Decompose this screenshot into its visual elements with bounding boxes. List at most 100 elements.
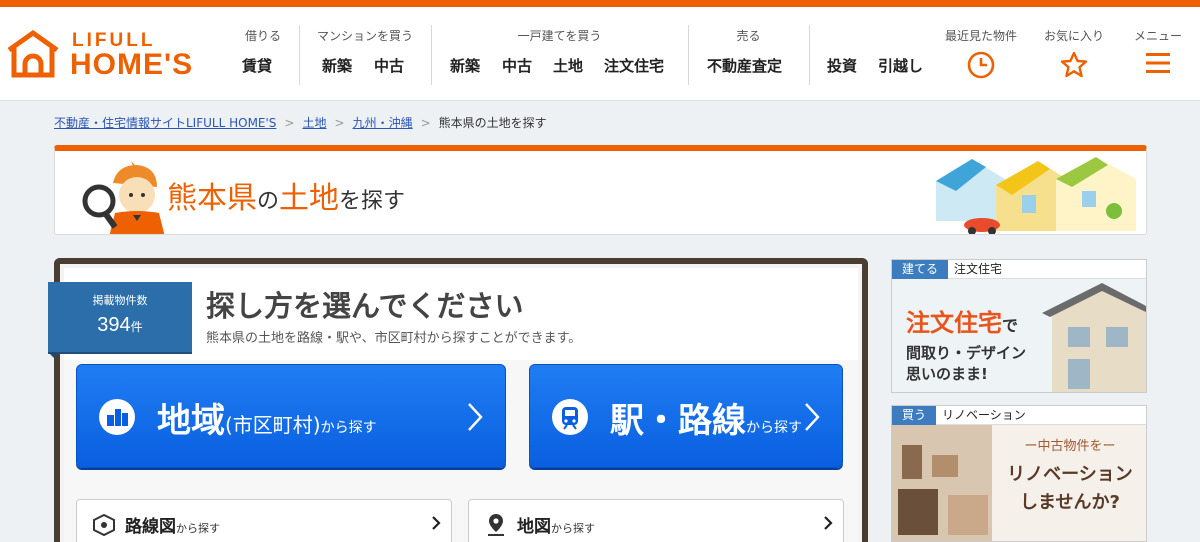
map-main-text: 地図 bbox=[517, 517, 551, 537]
search-by-station-label: 駅・路線から探す bbox=[610, 393, 802, 442]
nav-heading-sell: 売る bbox=[736, 29, 761, 43]
nav-land-link[interactable]: 土地 bbox=[553, 55, 583, 76]
ad-renovation-header: 買う リノベーション bbox=[892, 406, 1146, 425]
recently-viewed-button[interactable]: 最近見た物件 bbox=[936, 25, 1026, 87]
page-title: 熊本県の土地を探す bbox=[167, 173, 405, 217]
nav-group-sell: 売る 不動産査定 bbox=[688, 25, 808, 85]
listing-count-label: 掲載物件数 bbox=[92, 294, 148, 307]
nav-group-other: 投資 引越し bbox=[809, 25, 934, 85]
site-header: LIFULL HOME'S 借りる 賃貸 マンションを買う 新築 中古 一戸建て… bbox=[0, 7, 1200, 101]
chevron-right-icon bbox=[805, 403, 820, 431]
favorites-button[interactable]: お気に入り bbox=[1029, 25, 1119, 87]
clock-icon bbox=[967, 51, 995, 79]
ad-custom-home-headline1: 注文住宅 bbox=[906, 309, 1002, 337]
ad-custom-home-headline3: 思いのまま! bbox=[906, 365, 988, 383]
nav-heading-house: 一戸建てを買う bbox=[517, 29, 602, 43]
search-method-subtitle: 熊本県の土地を路線・駅や、市区町村から探すことができます。 bbox=[206, 331, 582, 346]
area-paren-text: (市区町村) bbox=[225, 413, 321, 437]
site-logo[interactable]: LIFULL HOME'S bbox=[6, 28, 211, 84]
chevron-right-icon bbox=[468, 403, 483, 431]
map-tail-text: から探す bbox=[551, 522, 595, 535]
nav-moving-link[interactable]: 引越し bbox=[878, 55, 923, 76]
area-tail-text: から探す bbox=[320, 420, 377, 436]
chevron-right-icon bbox=[432, 516, 441, 530]
station-icon-circle bbox=[552, 399, 588, 435]
search-by-station-button[interactable]: 駅・路線から探す bbox=[529, 364, 843, 468]
recently-viewed-label: 最近見た物件 bbox=[944, 29, 1017, 43]
title-prefecture: 熊本県 bbox=[167, 181, 257, 216]
ad-renovation-label: リノベーション bbox=[942, 408, 1026, 422]
breadcrumb-current: 熊本県の土地を探す bbox=[438, 116, 547, 130]
route-map-label: 路線図から探す bbox=[125, 512, 220, 537]
chevron-right-icon: > bbox=[334, 116, 345, 130]
breadcrumb-land-link[interactable]: 土地 bbox=[302, 116, 326, 130]
title-particle: の bbox=[257, 189, 280, 214]
city-buildings-icon bbox=[107, 409, 128, 426]
page-title-banner: 熊本県の土地を探す bbox=[54, 145, 1147, 235]
nav-invest-link[interactable]: 投資 bbox=[827, 55, 857, 76]
ad-custom-home-header: 建てる 注文住宅 bbox=[892, 260, 1146, 279]
menu-button[interactable]: メニュー bbox=[1113, 25, 1200, 87]
menu-icon bbox=[1146, 53, 1170, 73]
ad-renovation-line1: ー中古物件をー bbox=[1024, 439, 1116, 454]
favorites-label: お気に入り bbox=[1043, 29, 1104, 43]
chevron-right-icon bbox=[824, 516, 833, 530]
area-icon-circle bbox=[99, 399, 135, 435]
ad-custom-home-copy: 注文住宅で 間取り・デザイン 思いのまま! bbox=[906, 303, 1026, 384]
ad-custom-home-headline1-tail: で bbox=[1002, 316, 1019, 335]
ad-custom-home[interactable]: 建てる 注文住宅 注文住宅で 間取り・デザイン 思いのまま! bbox=[891, 259, 1147, 393]
breadcrumb: 不動産・住宅情報サイトLIFULL HOME'S > 土地 > 九州・沖縄 > 熊本県の土地… bbox=[54, 114, 547, 131]
ad-renovation-tag: 買う bbox=[892, 406, 937, 425]
ad-custom-home-image: 注文住宅で 間取り・デザイン 思いのまま! bbox=[892, 279, 1146, 392]
search-method-title: 探し方を選んでください bbox=[206, 289, 524, 323]
ad-renovation-line2: リノベーション bbox=[1007, 464, 1133, 485]
title-kind: 土地 bbox=[279, 181, 340, 216]
route-map-icon bbox=[93, 513, 115, 537]
ad-renovation-line3: しませんか? bbox=[1020, 492, 1120, 513]
listing-count-value: 394 bbox=[97, 314, 131, 336]
nav-mansion-new-link[interactable]: 新築 bbox=[322, 55, 352, 76]
ad-custom-home-label: 注文住宅 bbox=[954, 262, 1003, 276]
nav-custom-home-link[interactable]: 注文住宅 bbox=[604, 55, 664, 76]
nav-heading-mansion: マンションを買う bbox=[316, 29, 413, 43]
map-search-button[interactable]: 地図から探す bbox=[468, 499, 844, 542]
nav-mansion-used-link[interactable]: 中古 bbox=[374, 55, 404, 76]
nav-house-new-link[interactable]: 新築 bbox=[450, 55, 480, 76]
brand-top-bar bbox=[0, 0, 1200, 7]
nav-heading-rent: 借りる bbox=[244, 29, 281, 43]
logo-text-homes: HOME'S bbox=[70, 48, 194, 81]
search-by-area-label: 地域(市区町村)から探す bbox=[157, 393, 377, 442]
ad-custom-home-headline: 注文住宅で bbox=[906, 303, 1026, 338]
menu-label: メニュー bbox=[1133, 29, 1182, 43]
train-icon bbox=[562, 407, 578, 430]
title-suffix: を探す bbox=[339, 189, 406, 214]
ad-custom-home-tag: 建てる bbox=[892, 260, 949, 279]
nav-appraisal-link[interactable]: 不動産査定 bbox=[707, 55, 782, 76]
breadcrumb-home-link[interactable]: 不動産・住宅情報サイトLIFULL HOME'S bbox=[54, 116, 276, 130]
search-by-area-button[interactable]: 地域(市区町村)から探す bbox=[76, 364, 506, 468]
listing-count-unit: 件 bbox=[130, 320, 143, 334]
route-map-main-text: 路線図 bbox=[125, 517, 176, 537]
chevron-right-icon: > bbox=[420, 116, 431, 130]
ad-renovation-image: ー中古物件をー リノベーション しませんか? bbox=[892, 425, 1146, 541]
breadcrumb-region-link[interactable]: 九州・沖縄 bbox=[353, 116, 413, 130]
station-tail-text: から探す bbox=[746, 420, 802, 436]
nav-rent-link[interactable]: 賃貸 bbox=[242, 55, 272, 76]
map-search-label: 地図から探す bbox=[517, 512, 595, 537]
listing-count-badge: 掲載物件数 394件 bbox=[48, 282, 192, 360]
route-map-button[interactable]: 路線図から探す bbox=[76, 499, 452, 542]
star-icon bbox=[1060, 51, 1088, 78]
houses-illustration bbox=[936, 157, 1136, 234]
nav-group-rent: 借りる 賃貸 bbox=[228, 25, 298, 85]
ad-renovation[interactable]: 買う リノベーション ー中古物件をー リノベーション しませんか? bbox=[891, 405, 1147, 542]
ad-custom-home-headline2: 間取り・デザイン bbox=[906, 344, 1027, 362]
nav-house-used-link[interactable]: 中古 bbox=[502, 55, 532, 76]
nav-group-mansion: マンションを買う 新築 中古 bbox=[299, 25, 430, 85]
chevron-right-icon: > bbox=[284, 116, 295, 130]
station-main-text: 駅・路線 bbox=[610, 401, 746, 441]
map-pin-icon bbox=[488, 514, 504, 536]
nav-group-house: 一戸建てを買う 新築 中古 土地 注文住宅 bbox=[431, 25, 687, 85]
house-logo-icon bbox=[7, 30, 59, 78]
area-main-text: 地域 bbox=[157, 401, 225, 441]
route-map-tail-text: から探す bbox=[176, 522, 220, 535]
